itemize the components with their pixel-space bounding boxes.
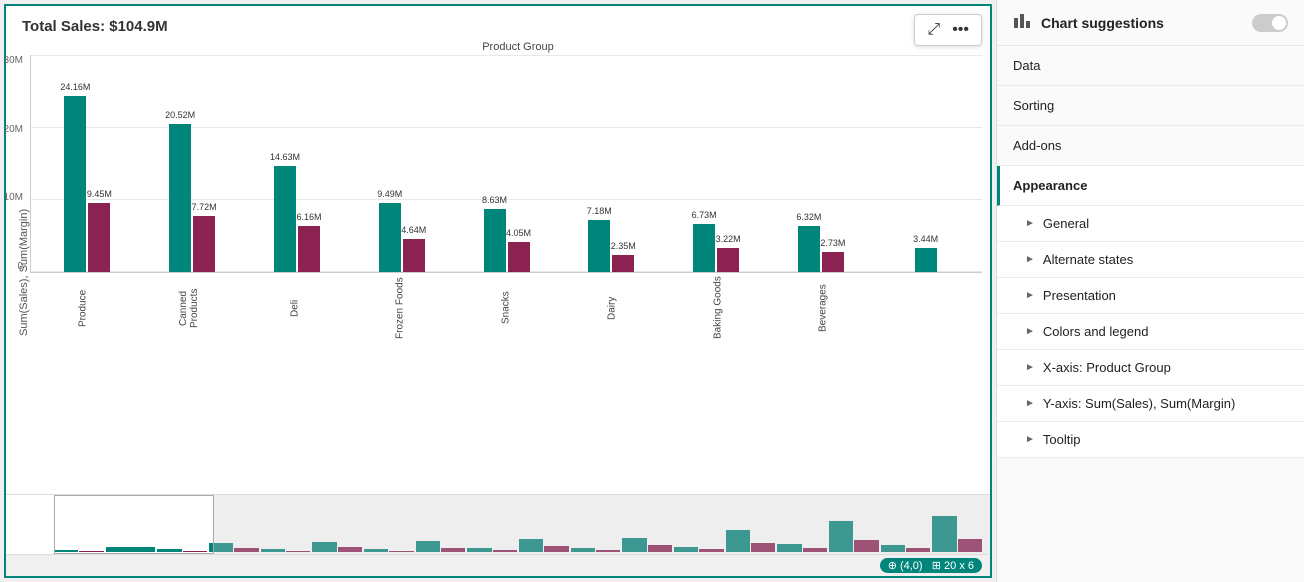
x-axis-label: Beverages (770, 273, 876, 343)
teal-bar[interactable]: 7.18M (588, 220, 610, 272)
bar-value-purple: 6.16M (296, 212, 321, 222)
bar-value-purple: 3.22M (716, 234, 741, 244)
chart-suggestions-toggle[interactable] (1252, 14, 1288, 32)
teal-bar[interactable]: 6.73M (693, 224, 715, 272)
teal-bar[interactable]: 6.32M (798, 226, 820, 272)
chevron-right-icon: ► (1025, 326, 1035, 337)
bar-group: 8.63M4.05M (454, 55, 559, 272)
right-panel: Chart suggestions Data Sorting Add-ons A… (996, 0, 1304, 582)
y-tick: 0 (17, 261, 23, 272)
x-axis-label (876, 273, 982, 343)
section-presentation[interactable]: ► Presentation (997, 278, 1304, 314)
nav-item-data[interactable]: Data (997, 46, 1304, 86)
bar-value-teal: 24.16M (60, 82, 90, 92)
teal-bar[interactable]: 9.49M (379, 203, 401, 272)
chevron-right-icon: ► (1025, 254, 1035, 265)
x-axis-title: Product Group (14, 39, 982, 55)
teal-bar[interactable]: 24.16M (64, 96, 86, 272)
bar-group: 6.73M3.22M (664, 55, 769, 272)
purple-bar[interactable]: 6.16M (298, 226, 320, 272)
chevron-right-icon: ► (1025, 398, 1035, 409)
size-text: ⊞ 20 x 6 (932, 560, 974, 572)
purple-bar[interactable]: 4.64M (403, 239, 425, 272)
bar-value-teal: 9.49M (377, 189, 402, 199)
bar-value-teal: 6.32M (796, 212, 821, 222)
chart-area: ⤢ ••• Total Sales: $104.9M Product Group… (4, 4, 992, 578)
section-general[interactable]: ► General (997, 206, 1304, 242)
x-labels-row: ProduceCanned ProductsDeliFrozen FoodsSn… (30, 273, 982, 490)
x-axis-label: Frozen Foods (347, 273, 453, 343)
x-axis-label: Snacks (453, 273, 559, 343)
bars-area: 30M20M10M0 24.16M9.45M20.52M7.72M14.63M6… (30, 55, 982, 273)
bar-value-teal: 8.63M (482, 195, 507, 205)
x-axis-label: Produce (30, 273, 136, 343)
mini-chart (6, 494, 990, 554)
panel-header: Chart suggestions (997, 0, 1304, 46)
y-tick: 20M (4, 124, 23, 135)
chart-icon (1013, 10, 1033, 35)
chart-plot: 30M20M10M0 24.16M9.45M20.52M7.72M14.63M6… (30, 55, 982, 490)
chevron-right-icon: ► (1025, 434, 1035, 445)
status-bar: ⊕ (4,0) ⊞ 20 x 6 (6, 554, 990, 576)
bar-group: 9.49M4.64M (349, 55, 454, 272)
purple-bar[interactable]: 2.35M (612, 255, 634, 272)
nav-item-appearance[interactable]: Appearance (997, 166, 1304, 206)
y-tick: 10M (4, 192, 23, 203)
bar-value-purple: 4.64M (401, 225, 426, 235)
chevron-right-icon: ► (1025, 218, 1035, 229)
section-tooltip[interactable]: ► Tooltip (997, 422, 1304, 458)
teal-bar[interactable]: 20.52M (169, 124, 191, 272)
section-y-axis[interactable]: ► Y-axis: Sum(Sales), Sum(Margin) (997, 386, 1304, 422)
x-axis-label: Deli (242, 273, 348, 343)
bar-value-teal: 6.73M (692, 210, 717, 220)
nav-item-addons[interactable]: Add-ons (997, 126, 1304, 166)
teal-bar[interactable]: 3.44M (915, 248, 937, 272)
bar-value-purple: 9.45M (87, 189, 112, 199)
bar-group: 24.16M9.45M (35, 55, 140, 272)
chart-inner: Sum(Sales), Sum(Margin) 30M20M10M0 24.16… (14, 55, 982, 494)
bar-value-purple: 4.05M (506, 228, 531, 238)
bar-group: 7.18M2.35M (559, 55, 664, 272)
coordinates-text: ⊕ (4,0) (888, 560, 923, 572)
chart-canvas: Product Group Sum(Sales), Sum(Margin) 30… (6, 39, 990, 494)
bar-value-teal: 3.44M (913, 234, 938, 244)
x-axis-label: Dairy (559, 273, 665, 343)
bar-value-teal: 20.52M (165, 110, 195, 120)
bar-value-purple: 2.73M (820, 238, 845, 248)
bar-group: 14.63M6.16M (245, 55, 350, 272)
section-alternate-states[interactable]: ► Alternate states (997, 242, 1304, 278)
purple-bar[interactable]: 7.72M (193, 216, 215, 272)
bar-value-teal: 14.63M (270, 152, 300, 162)
x-axis-label: Canned Products (136, 273, 242, 343)
mini-viewport[interactable] (54, 495, 214, 554)
chart-toolbar: ⤢ ••• (914, 14, 982, 46)
teal-bar[interactable]: 8.63M (484, 209, 506, 272)
bar-value-purple: 7.72M (192, 202, 217, 212)
bar-group: 20.52M7.72M (140, 55, 245, 272)
section-x-axis[interactable]: ► X-axis: Product Group (997, 350, 1304, 386)
chart-title: Total Sales: $104.9M (6, 6, 990, 39)
more-button[interactable]: ••• (948, 19, 973, 41)
section-colors-legend[interactable]: ► Colors and legend (997, 314, 1304, 350)
mini-viewport-right (214, 495, 990, 554)
bar-value-teal: 7.18M (587, 206, 612, 216)
purple-bar[interactable]: 4.05M (508, 242, 530, 272)
bar-group: 3.44M (873, 55, 978, 272)
x-axis-label: Baking Goods (665, 273, 771, 343)
purple-bar[interactable]: 9.45M (88, 203, 110, 272)
chevron-right-icon: ► (1025, 290, 1035, 301)
bar-group: 6.32M2.73M (768, 55, 873, 272)
purple-bar[interactable]: 3.22M (717, 248, 739, 272)
y-tick: 30M (4, 55, 23, 66)
expand-button[interactable]: ⤢ (923, 19, 944, 41)
bar-value-purple: 2.35M (611, 241, 636, 251)
nav-item-sorting[interactable]: Sorting (997, 86, 1304, 126)
chevron-right-icon: ► (1025, 362, 1035, 373)
teal-bar[interactable]: 14.63M (274, 166, 296, 272)
panel-title: Chart suggestions (1041, 15, 1244, 31)
purple-bar[interactable]: 2.73M (822, 252, 844, 272)
y-ticks: 30M 20M 10M 0 (0, 55, 29, 272)
status-badge: ⊕ (4,0) ⊞ 20 x 6 (880, 558, 982, 573)
mini-chart-inner (6, 495, 990, 554)
